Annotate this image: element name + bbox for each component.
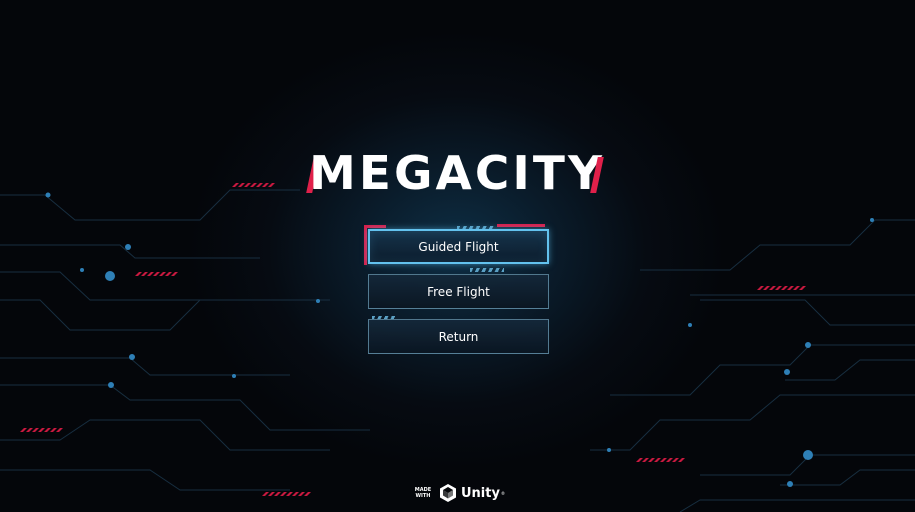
- made-with-unity-logo: MADE WITH Unity ®: [412, 483, 505, 503]
- unity-trademark: ®: [500, 490, 505, 496]
- guided-flight-label: Guided Flight: [418, 239, 499, 254]
- selected-button-red-corner: [364, 225, 386, 228]
- title-container: MEGACITY: [0, 145, 915, 201]
- free-flight-stripe-tab: [470, 268, 504, 272]
- unity-wordmark: Unity: [461, 485, 500, 501]
- return-label: Return: [438, 329, 479, 344]
- guided-flight-button[interactable]: Guided Flight: [368, 229, 549, 264]
- unity-cube-icon: [440, 484, 456, 502]
- return-button[interactable]: Return: [368, 319, 549, 354]
- free-flight-button[interactable]: Free Flight: [368, 274, 549, 309]
- selected-button-red-side: [364, 225, 367, 265]
- game-title: MEGACITY: [309, 146, 606, 200]
- main-menu-screen: MEGACITY Guided Flight Free Flight Retur…: [0, 0, 915, 512]
- selected-button-red-tab: [497, 224, 545, 227]
- made-with-text: MADE WITH: [414, 487, 432, 499]
- free-flight-label: Free Flight: [427, 284, 490, 299]
